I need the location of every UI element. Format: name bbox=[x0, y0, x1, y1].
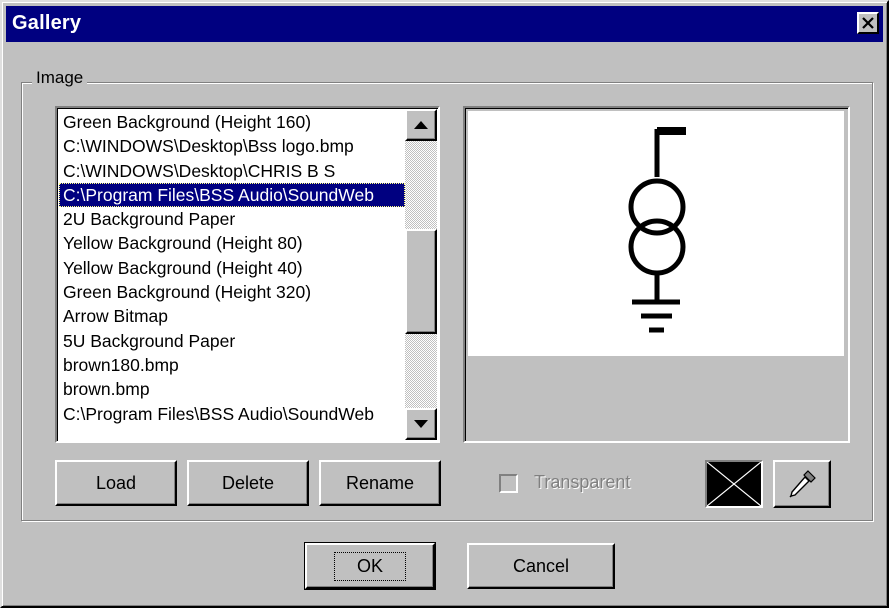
list-item[interactable]: Green Background (Height 320) bbox=[59, 280, 405, 304]
list-item[interactable]: Yellow Background (Height 40) bbox=[59, 256, 405, 280]
list-item[interactable]: 5U Background Paper bbox=[59, 329, 405, 353]
preview-image bbox=[468, 111, 844, 356]
rename-button-label: Rename bbox=[345, 472, 415, 493]
transparent-checkbox[interactable] bbox=[499, 474, 518, 493]
window-title: Gallery bbox=[12, 12, 82, 34]
list-item[interactable]: C:\WINDOWS\Desktop\CHRIS B S bbox=[59, 159, 405, 183]
close-icon bbox=[862, 17, 874, 29]
close-button[interactable] bbox=[857, 12, 879, 34]
ok-button-label: OK bbox=[333, 551, 406, 581]
list-item[interactable]: C:\Program Files\BSS Audio\SoundWeb bbox=[59, 402, 405, 426]
list-item[interactable]: C:\Program Files\BSS Audio\SoundWeb bbox=[59, 182, 405, 208]
list-item[interactable]: C:\WINDOWS\Desktop\Bss logo.bmp bbox=[59, 134, 405, 158]
delete-button[interactable]: Delete bbox=[187, 460, 309, 506]
image-listbox[interactable]: Green Background (Height 160) C:\WINDOWS\… bbox=[55, 106, 440, 443]
scroll-up-button[interactable] bbox=[405, 109, 437, 141]
color-swatch-button[interactable] bbox=[705, 460, 763, 508]
image-list: Green Background (Height 160) C:\WINDOWS\… bbox=[59, 110, 405, 441]
list-item[interactable]: Green Background (Height 160) bbox=[59, 110, 405, 134]
list-item[interactable]: Yellow Background (Height 80) bbox=[59, 231, 405, 255]
transformer-symbol-icon bbox=[628, 127, 686, 333]
list-item[interactable]: brown.bmp bbox=[59, 377, 405, 401]
load-button-label: Load bbox=[95, 472, 137, 493]
cancel-button[interactable]: Cancel bbox=[467, 543, 615, 589]
rename-button[interactable]: Rename bbox=[319, 460, 441, 506]
ok-button[interactable]: OK bbox=[304, 542, 436, 590]
arrow-down-icon bbox=[414, 420, 428, 428]
list-item[interactable]: 2U Background Paper bbox=[59, 207, 405, 231]
scroll-down-button[interactable] bbox=[405, 408, 437, 440]
cancel-button-label: Cancel bbox=[512, 555, 570, 576]
gallery-dialog: Gallery Image Green Background (Height 1… bbox=[0, 0, 889, 608]
list-item[interactable]: Arrow Bitmap bbox=[59, 304, 405, 328]
arrow-up-icon bbox=[414, 121, 428, 129]
empty-color-swatch-icon bbox=[706, 461, 762, 507]
image-preview-panel bbox=[463, 106, 850, 443]
load-button[interactable]: Load bbox=[55, 460, 177, 506]
eyedropper-icon bbox=[789, 470, 816, 498]
transparent-label: Transparent bbox=[534, 472, 631, 492]
list-scrollbar[interactable] bbox=[405, 109, 437, 440]
scroll-thumb[interactable] bbox=[405, 229, 437, 334]
title-bar[interactable]: Gallery bbox=[6, 6, 883, 42]
list-item[interactable]: brown180.bmp bbox=[59, 353, 405, 377]
delete-button-label: Delete bbox=[221, 472, 275, 493]
image-group-label: Image bbox=[32, 68, 88, 88]
eyedropper-button[interactable] bbox=[773, 460, 831, 508]
